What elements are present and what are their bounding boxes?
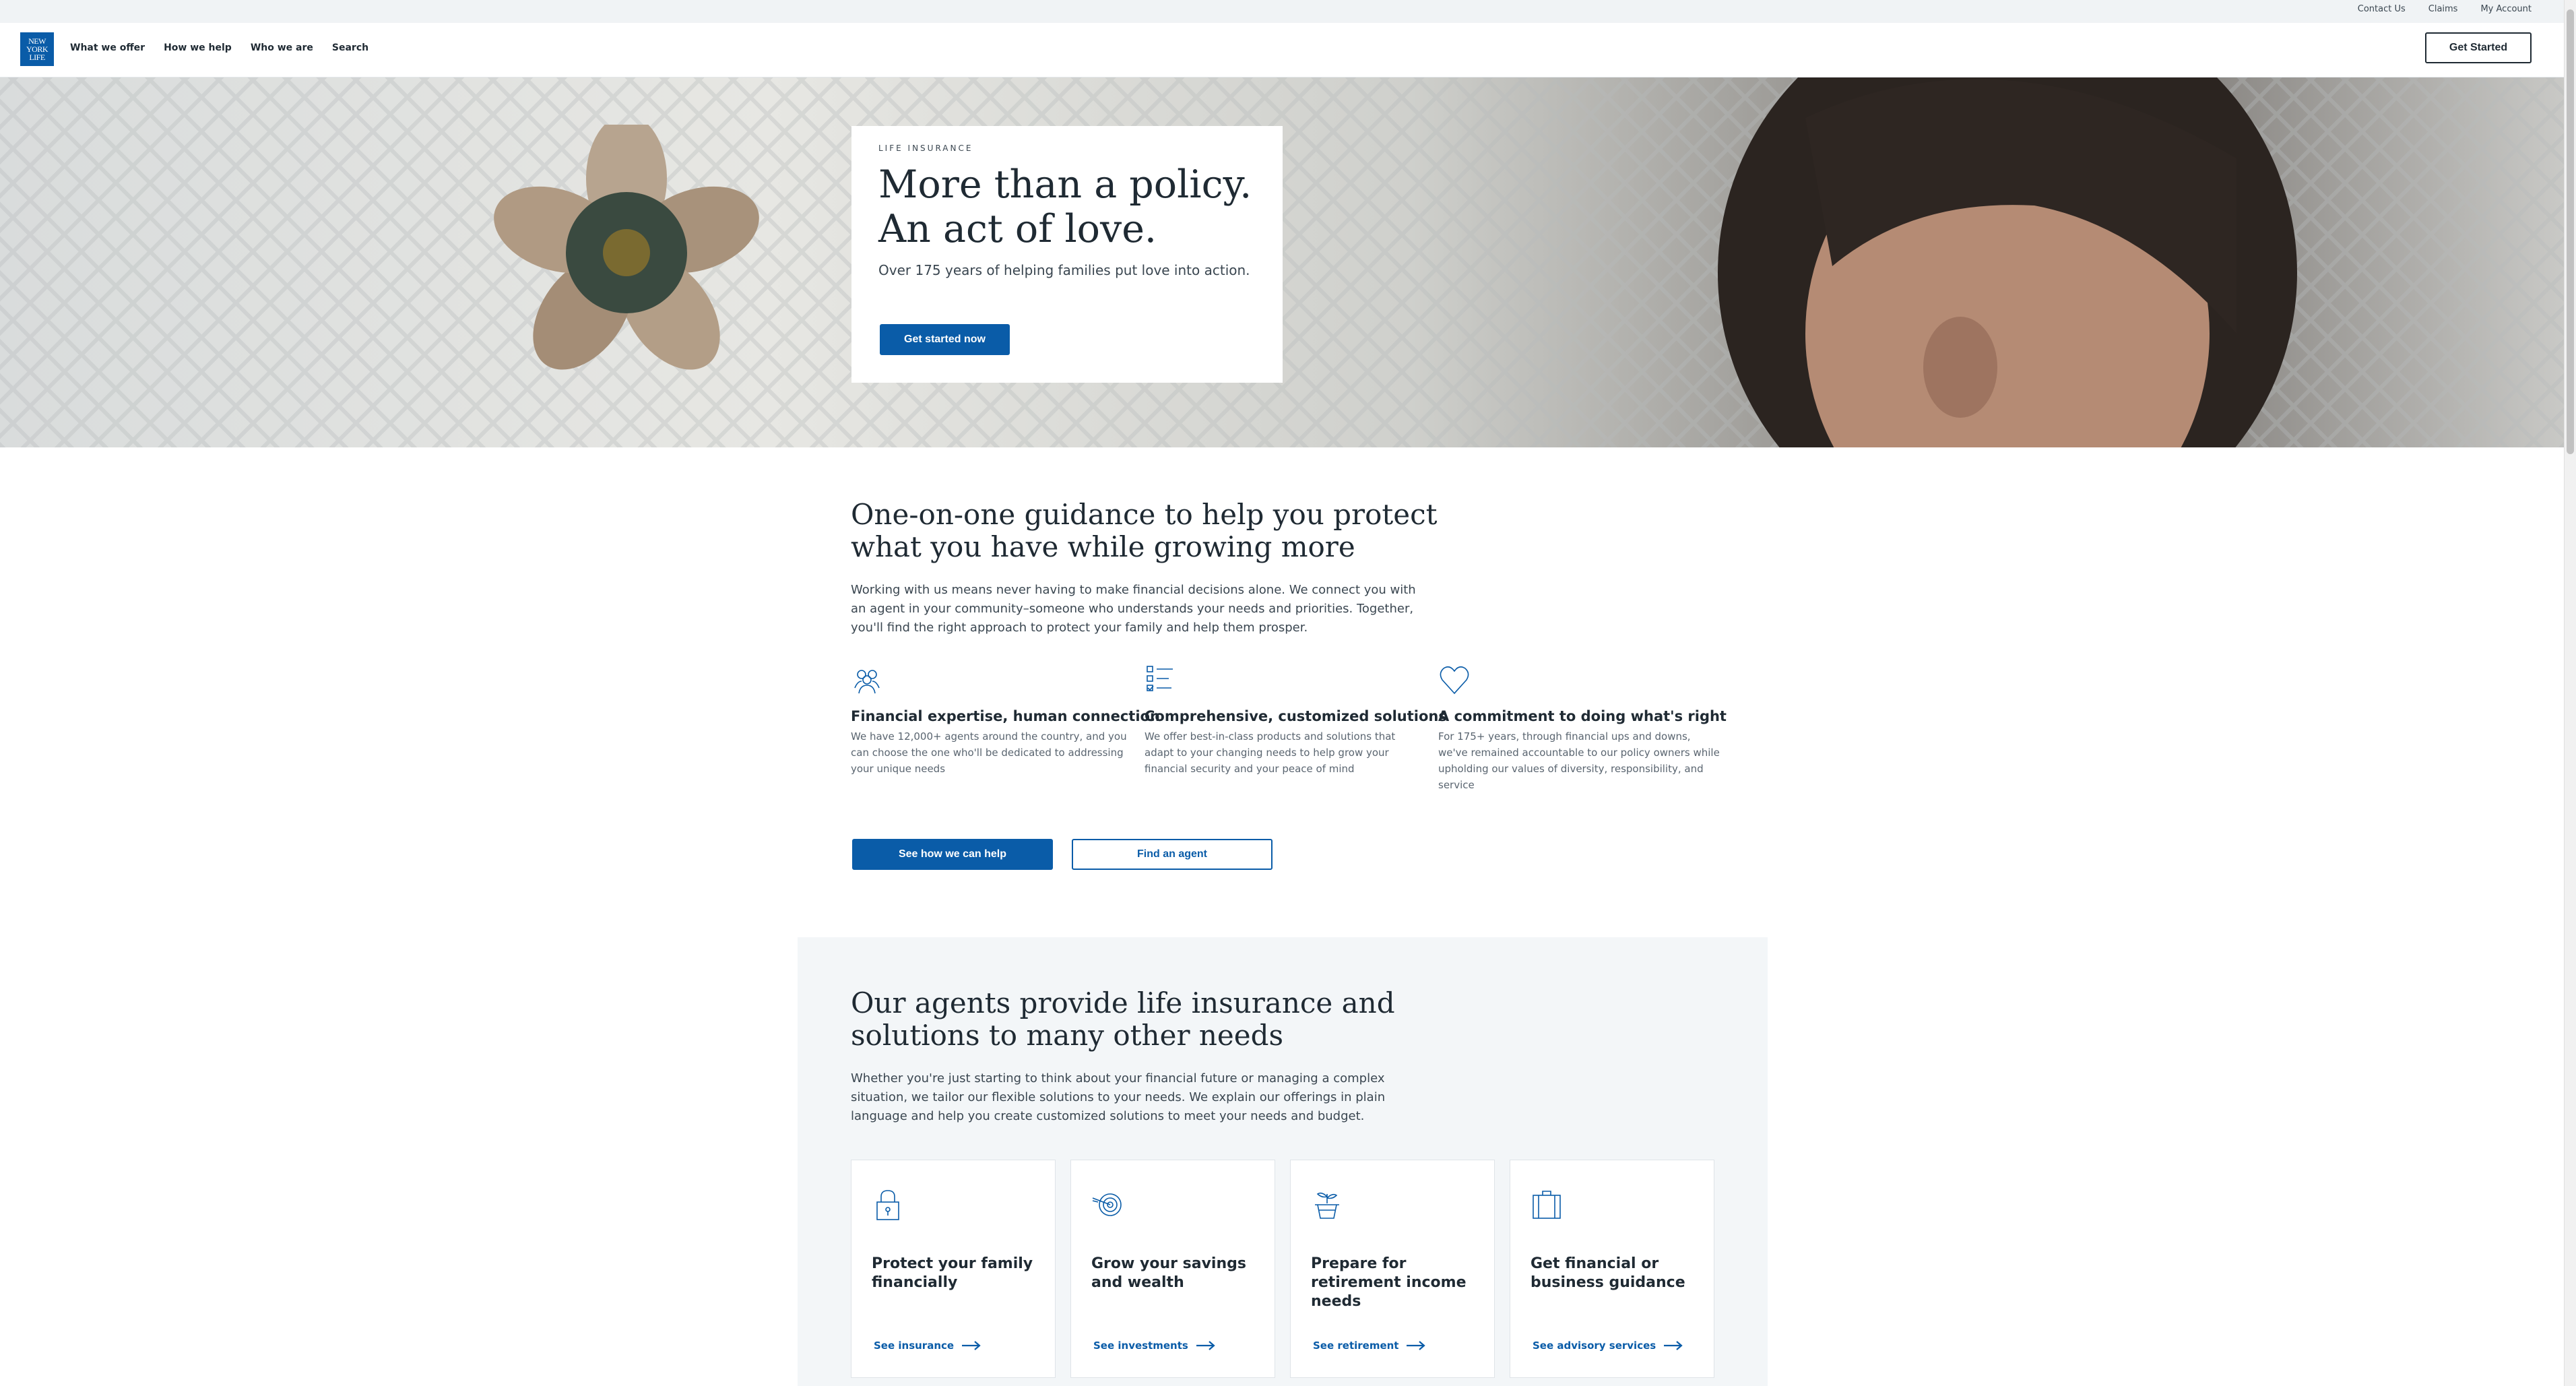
card-title: Prepare for retirement income needs (1311, 1255, 1467, 1310)
agents-paragraph: Whether you're just starting to think ab… (851, 1071, 1386, 1123)
checklist-icon (1147, 666, 1173, 691)
briefcase-icon (1533, 1191, 1561, 1219)
feature-item: Comprehensive, customized solutions We o… (1145, 664, 1447, 777)
hero-banner: LIFE INSURANCE More than a policy. An ac… (0, 77, 2564, 447)
decorative-flower-image (494, 125, 759, 370)
hero-title: More than a policy. An act of love. (878, 162, 1256, 251)
scrollbar-thumb[interactable] (2567, 9, 2574, 454)
see-investments-link[interactable]: See investments (1093, 1340, 1215, 1352)
arrow-right-icon (1664, 1341, 1683, 1350)
heart-icon (1440, 666, 1469, 695)
solution-card[interactable]: Prepare for retirement income needs See … (1290, 1160, 1495, 1378)
guidance-paragraph: Working with us means never having to ma… (851, 583, 1416, 635)
page-scrollbar[interactable] (2564, 0, 2576, 1386)
utility-links: Contact Us Claims My Account (2358, 4, 2532, 14)
hero-subtitle: Over 175 years of helping families put l… (878, 262, 1250, 278)
arrow-right-icon (1196, 1341, 1215, 1350)
agents-heading: Our agents provide life insurance and so… (851, 987, 1417, 1052)
feature-title: Comprehensive, customized solutions (1145, 708, 1447, 724)
plant-pot-icon (1315, 1192, 1339, 1219)
guidance-cta-row: See how we can help Find an agent (852, 839, 1273, 870)
feature-text: We offer best-in-class products and solu… (1145, 730, 1396, 775)
arrow-right-icon (962, 1341, 981, 1350)
card-title: Get financial or business guidance (1531, 1255, 1685, 1291)
guidance-heading-line-2: what you have while growing more (851, 530, 1355, 563)
feature-item: A commitment to doing what's right For 1… (1438, 664, 1727, 793)
feature-title: Financial expertise, human connection (851, 708, 1160, 724)
nav-what-we-offer[interactable]: What we offer (70, 42, 145, 53)
find-an-agent-button[interactable]: Find an agent (1072, 839, 1273, 870)
card-title: Grow your savings and wealth (1091, 1255, 1246, 1291)
see-advisory-services-link[interactable]: See advisory services (1533, 1340, 1683, 1352)
guidance-heading-line-1: One-on-one guidance to help you protect (851, 498, 1438, 531)
get-started-button[interactable]: Get Started (2425, 32, 2532, 63)
solution-card[interactable]: Protect your family financially See insu… (851, 1160, 1056, 1378)
agents-heading-line-1: Our agents provide life insurance and (851, 986, 1395, 1019)
card-link-label: See insurance (874, 1340, 955, 1352)
hero-card: LIFE INSURANCE More than a policy. An ac… (851, 126, 1283, 383)
card-link-label: See investments (1093, 1340, 1188, 1352)
new-york-life-logo[interactable]: NEW YORK LIFE (20, 32, 54, 66)
see-retirement-link[interactable]: See retirement (1313, 1340, 1426, 1352)
nav-who-we-are[interactable]: Who we are (251, 42, 313, 53)
main-nav: What we offer How we help Who we are Sea… (70, 42, 368, 53)
see-insurance-link[interactable]: See insurance (874, 1340, 981, 1352)
people-group-icon (854, 670, 880, 694)
card-link-label: See advisory services (1533, 1340, 1656, 1352)
solution-card[interactable]: Get financial or business guidance See a… (1510, 1160, 1714, 1378)
feature-item: Financial expertise, human connection We… (851, 664, 1160, 777)
nav-how-we-help[interactable]: How we help (164, 42, 232, 53)
claims-link[interactable]: Claims (2428, 4, 2458, 14)
hero-person-image (1718, 77, 2297, 447)
agents-intro: Our agents provide life insurance and so… (851, 987, 1417, 1126)
logo-line-3: LIFE (29, 53, 45, 62)
agents-heading-line-2: solutions to many other needs (851, 1019, 1284, 1052)
agents-section: Our agents provide life insurance and so… (798, 937, 1768, 1386)
lock-icon (876, 1190, 899, 1220)
get-started-now-button[interactable]: Get started now (880, 324, 1010, 355)
feature-text: We have 12,000+ agents around the countr… (851, 730, 1127, 775)
card-link-label: See retirement (1313, 1340, 1399, 1352)
nav-search[interactable]: Search (332, 42, 368, 53)
contact-us-link[interactable]: Contact Us (2358, 4, 2406, 14)
utility-bar: Contact Us Claims My Account (0, 0, 2564, 23)
card-title: Protect your family financially (872, 1255, 1033, 1291)
solution-cards: Protect your family financially See insu… (851, 1160, 1714, 1378)
my-account-link[interactable]: My Account (2480, 4, 2532, 14)
hero-eyebrow: LIFE INSURANCE (878, 144, 973, 153)
see-how-we-can-help-button[interactable]: See how we can help (852, 839, 1053, 870)
hero-title-line-1: More than a policy. (878, 162, 1252, 207)
arrow-right-icon (1407, 1341, 1426, 1350)
hero-title-line-2: An act of love. (878, 207, 1157, 251)
site-header: NEW YORK LIFE What we offer How we help … (0, 23, 2564, 77)
feature-text: For 175+ years, through financial ups an… (1438, 730, 1720, 791)
feature-title: A commitment to doing what's right (1438, 708, 1727, 724)
guidance-heading: One-on-one guidance to help you protect … (851, 499, 1727, 563)
solution-card[interactable]: Grow your savings and wealth See investm… (1070, 1160, 1275, 1378)
guidance-section: One-on-one guidance to help you protect … (851, 499, 1727, 870)
target-icon (1092, 1193, 1122, 1216)
